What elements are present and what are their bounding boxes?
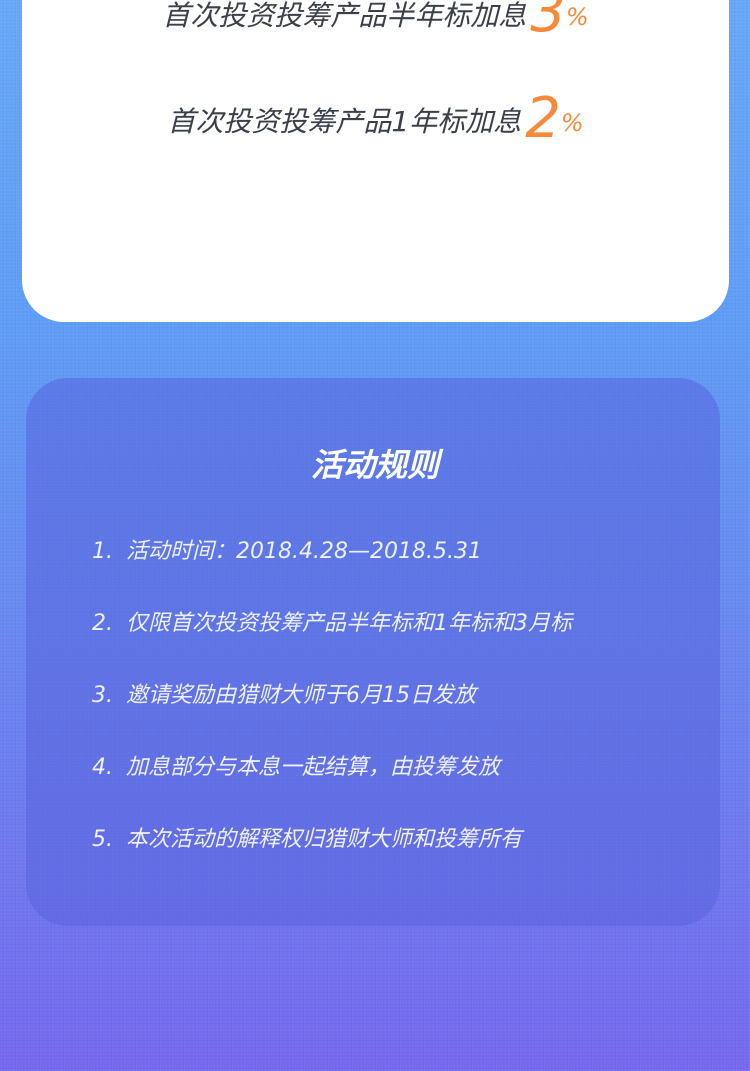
rules-title: 活动规则 bbox=[310, 446, 439, 484]
rule-item-2: 2. 仅限首次投资投筹产品半年标和1年标和3月标 bbox=[92, 605, 572, 637]
rule-text: 本次活动的解释权归猎财大师和投筹所有 bbox=[126, 827, 523, 852]
rule-item-4: 4. 加息部分与本息一起结算，由投筹发放 bbox=[92, 749, 500, 781]
rule-number: 3. bbox=[92, 683, 113, 708]
bonus-line-text: 首次投资投筹产品半年标加息 bbox=[162, 0, 527, 32]
rule-text: 加息部分与本息一起结算，由投筹发放 bbox=[126, 755, 501, 780]
bonus-line-half-year: 首次投资投筹产品半年标加息3% bbox=[22, 0, 729, 45]
bonus-rate-value: 3 bbox=[530, 0, 566, 45]
rule-item-5: 5. 本次活动的解释权归猎财大师和投筹所有 bbox=[92, 821, 522, 853]
rule-text: 仅限首次投资投筹产品半年标和1年标和3月标 bbox=[126, 611, 572, 636]
bonus-rate-unit: % bbox=[560, 109, 584, 137]
rule-item-1: 1. 活动时间：2018.4.28—2018.5.31 bbox=[92, 533, 482, 565]
rule-text: 邀请奖励由猎财大师于6月15日发放 bbox=[126, 683, 476, 708]
rule-number: 4. bbox=[92, 755, 113, 780]
rule-number: 2. bbox=[92, 611, 113, 636]
bonus-line-text: 首次投资投筹产品1年标加息 bbox=[167, 105, 522, 138]
bonus-line-one-year: 首次投资投筹产品1年标加息2% bbox=[22, 86, 729, 151]
rule-item-3: 3. 邀请奖励由猎财大师于6月15日发放 bbox=[92, 677, 476, 709]
bonus-rate-unit: % bbox=[565, 3, 589, 31]
bonus-rate-value: 2 bbox=[525, 86, 561, 151]
rule-text: 活动时间：2018.4.28—2018.5.31 bbox=[126, 539, 482, 564]
rule-number: 1. bbox=[92, 539, 113, 564]
bonus-card: 首次投资投筹产品半年标加息3% 首次投资投筹产品1年标加息2% bbox=[22, 0, 729, 322]
rule-number: 5. bbox=[92, 827, 113, 852]
